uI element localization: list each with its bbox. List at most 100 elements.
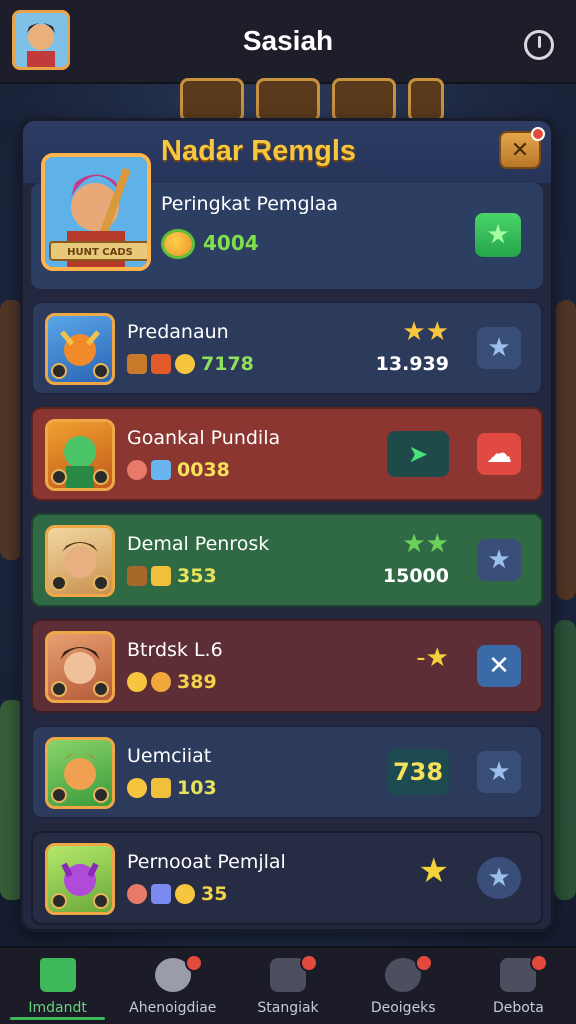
app-title: Sasiah	[242, 25, 334, 56]
badge-icon	[51, 787, 67, 803]
badge-icon	[93, 681, 109, 697]
row-stats: 103	[127, 777, 217, 799]
background-right-building	[556, 300, 576, 600]
notification-badge	[415, 954, 434, 972]
home-icon	[39, 958, 76, 992]
row-avatar	[45, 419, 115, 491]
hero-star-button[interactable]: ★	[475, 213, 521, 257]
row-stat-value: 353	[177, 565, 217, 587]
nav-item-truck[interactable]: Debota	[461, 948, 576, 1024]
nav-label: Debota	[492, 1000, 544, 1016]
row-stat-value: 389	[177, 671, 217, 693]
row-name: Uemciiat	[127, 745, 212, 767]
nav-item-shop[interactable]: Stangiak	[230, 948, 345, 1024]
arrow-icon: ➤	[407, 440, 429, 468]
star-icon	[175, 884, 195, 904]
row-avatar	[45, 313, 115, 385]
hero-thumb-icon[interactable]	[180, 78, 244, 122]
row-avatar	[45, 631, 115, 703]
smile-thumb-icon[interactable]	[332, 78, 396, 122]
list-item[interactable]: Btrdsk L.6 389 -★ ✕	[31, 619, 543, 713]
notification-badge	[530, 954, 549, 972]
list-item[interactable]: Demal Penrosk 353 ★★ 15000 ★	[31, 513, 543, 607]
list-item[interactable]: Uemciiat 103 738 ★	[31, 725, 543, 819]
star-icon: ★	[487, 863, 511, 893]
favorite-button[interactable]: ★	[477, 539, 521, 581]
nav-item-home[interactable]: Imdandt	[0, 948, 115, 1024]
badge-icon	[51, 469, 67, 485]
list-item[interactable]: Goankal Pundila 0038 ➤ ☁	[31, 407, 543, 501]
background-right-crates	[554, 620, 576, 900]
notification-badge	[300, 954, 318, 972]
star-icon: ★	[487, 545, 511, 575]
row-stat-value: 7178	[201, 353, 254, 375]
gift-thumb-icon[interactable]	[408, 78, 444, 122]
gem-icon	[151, 460, 171, 480]
row-name: Goankal Pundila	[127, 427, 281, 449]
crate-icon	[151, 778, 171, 798]
notification-badge	[184, 954, 203, 972]
star-icon: ★	[487, 757, 511, 787]
star-icon: ★	[486, 220, 510, 250]
nav-label: Ahenoigdiae	[129, 1000, 217, 1016]
favorite-button[interactable]: ★	[477, 751, 521, 793]
row-stat-value: 0038	[177, 459, 230, 481]
send-badge[interactable]: ➤	[387, 431, 449, 477]
coin-icon	[161, 229, 195, 259]
badge-icon	[93, 363, 109, 379]
nav-item-ball[interactable]: Ahenoigdiae	[115, 948, 230, 1024]
star-icon	[127, 778, 147, 798]
nav-label: Imdandt	[28, 1000, 87, 1016]
row-name: Predanaun	[127, 321, 229, 343]
star-icon	[175, 354, 195, 374]
stars-icon: ★★	[402, 529, 449, 559]
row-avatar	[45, 843, 115, 915]
row-stats: 35	[127, 883, 227, 905]
hero-name: Peringkat Pemglaa	[161, 193, 339, 215]
favorite-button[interactable]: ★	[477, 327, 521, 369]
row-stat-value: 35	[201, 883, 228, 905]
cloud-button[interactable]: ☁	[477, 433, 521, 475]
nav-label: Deoigeks	[370, 1000, 436, 1016]
badge-icon	[51, 681, 67, 697]
level-value: 738	[392, 758, 444, 786]
favorite-button[interactable]: ★	[477, 857, 521, 899]
row-stats: 353	[127, 565, 217, 587]
close-icon: ✕	[510, 137, 530, 163]
remove-button[interactable]: ✕	[477, 645, 521, 687]
target-icon	[127, 884, 147, 904]
list-item[interactable]: Predanaun 7178 ★★ 13.939 ★	[31, 301, 543, 395]
crate-icon	[151, 566, 171, 586]
row-name: Pernooat Pemjlal	[127, 851, 286, 873]
power-icon[interactable]	[524, 30, 554, 60]
gem-icon	[151, 884, 171, 904]
badge-icon	[93, 893, 109, 909]
close-button[interactable]: ✕	[499, 127, 545, 169]
leaderboard-panel: Nadar Remgls ✕ HUNT CADS Peringkat Pemgl…	[20, 118, 554, 932]
row-stats: 7178	[127, 353, 254, 375]
badge-icon	[93, 469, 109, 485]
row-stat-value: 103	[177, 777, 217, 799]
star-icon: ★	[487, 333, 511, 363]
close-icon: ✕	[488, 651, 510, 681]
row-score: 13.939	[375, 353, 449, 375]
shield-thumb-icon[interactable]	[256, 78, 320, 122]
panel-title: Nadar Remgls	[161, 135, 357, 167]
hero-score: 4004	[203, 231, 259, 255]
hero-avatar: HUNT CADS	[41, 153, 151, 271]
row-score: 15000	[382, 565, 449, 587]
row-name: Btrdsk L.6	[127, 639, 223, 661]
row-stats: 389	[127, 671, 217, 693]
player-avatar[interactable]	[12, 10, 70, 70]
list-item[interactable]: Pernooat Pemjlal 35 ★ ★	[31, 831, 543, 925]
cloud-icon: ☁	[486, 439, 512, 469]
nav-item-tools[interactable]: Deoigeks	[346, 948, 461, 1024]
stars-icon: ★★	[402, 317, 449, 347]
hero-card[interactable]: HUNT CADS Peringkat Pemglaa 4004 ★	[31, 153, 543, 289]
chest-icon	[127, 354, 147, 374]
chest-icon	[127, 566, 147, 586]
badge-icon	[51, 363, 67, 379]
level-badge: 738	[387, 749, 449, 795]
star-icon: ★	[418, 851, 449, 891]
target-icon	[127, 460, 147, 480]
